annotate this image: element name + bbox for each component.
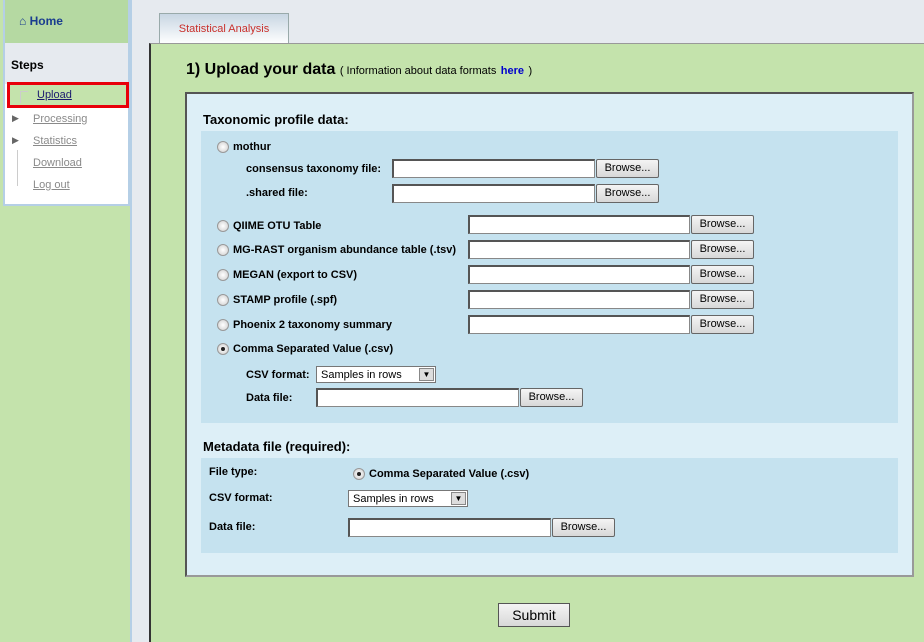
radio-qiime[interactable] — [217, 220, 229, 232]
home-bar: ⌂ Home — [5, 0, 128, 43]
metadata-section — [201, 458, 898, 553]
megan-file-input[interactable] — [468, 265, 690, 284]
stamp-label: STAMP profile (.spf) — [233, 294, 338, 306]
csv-format-value: Samples in rows — [321, 369, 402, 381]
consensus-file-input[interactable] — [392, 159, 595, 178]
sidebar-item-upload[interactable]: Upload — [7, 82, 129, 108]
upload-link[interactable]: Upload — [37, 89, 72, 101]
consensus-label: consensus taxonomy file: — [246, 163, 382, 175]
submit-button[interactable]: Submit — [498, 603, 570, 627]
shared-label: .shared file: — [246, 187, 308, 199]
browse-button[interactable]: Browse... — [552, 518, 615, 537]
browse-button[interactable]: Browse... — [691, 290, 754, 309]
steps-heading: Steps — [5, 43, 128, 84]
browse-button[interactable]: Browse... — [691, 265, 754, 284]
radio-megan[interactable] — [217, 269, 229, 281]
file-type-value: Comma Separated Value (.csv) — [369, 468, 530, 480]
home-icon: ⌂ — [19, 14, 27, 28]
megan-label: MEGAN (export to CSV) — [233, 269, 358, 281]
phoenix-label: Phoenix 2 taxonomy summary — [233, 319, 392, 331]
browse-button[interactable]: Browse... — [691, 315, 754, 334]
radio-mothur[interactable] — [217, 141, 229, 153]
file-type-label: File type: — [209, 466, 258, 478]
data-file-label: Data file: — [246, 392, 293, 404]
info-text: ( Information about data formats — [339, 65, 497, 77]
shared-file-input[interactable] — [392, 184, 595, 203]
expand-icon[interactable]: ▶ — [12, 135, 19, 146]
info-text-end: ) — [528, 65, 533, 77]
radio-mgrast[interactable] — [217, 244, 229, 256]
tree-line — [17, 150, 27, 186]
sidebar-item-download[interactable]: Download — [33, 157, 82, 169]
metadata-data-file-label: Data file: — [209, 521, 256, 533]
csv-format-select[interactable]: Samples in rows ▼ — [316, 366, 436, 383]
home-link[interactable]: ⌂ Home — [19, 14, 63, 28]
chevron-down-icon: ▼ — [451, 492, 466, 505]
metadata-csv-format-value: Samples in rows — [353, 493, 434, 505]
home-label: Home — [29, 14, 63, 28]
csv-label: Comma Separated Value (.csv) — [233, 343, 394, 355]
mothur-label: mothur — [233, 141, 271, 153]
sidebar-item-logout[interactable]: Log out — [33, 179, 70, 191]
browse-button[interactable]: Browse... — [596, 159, 659, 178]
radio-phoenix[interactable] — [217, 319, 229, 331]
metadata-heading: Metadata file (required): — [203, 439, 351, 454]
tree-line — [20, 91, 28, 103]
title-text: 1) Upload your data — [186, 61, 336, 78]
nav-panel: ⌂ Home Steps Upload ▶ Processing ▶ Stati… — [3, 0, 130, 206]
browse-button[interactable]: Browse... — [596, 184, 659, 203]
expand-icon[interactable]: ▶ — [12, 113, 19, 124]
metadata-data-file-input[interactable] — [348, 518, 551, 537]
radio-csv[interactable] — [217, 343, 229, 355]
page-title: 1) Upload your data ( Information about … — [186, 61, 532, 79]
taxonomic-heading: Taxonomic profile data: — [203, 112, 349, 127]
csv-data-file-input[interactable] — [316, 388, 519, 407]
browse-button[interactable]: Browse... — [691, 215, 754, 234]
radio-metadata-csv[interactable] — [353, 468, 365, 480]
qiime-file-input[interactable] — [468, 215, 690, 234]
mgrast-label: MG-RAST organism abundance table (.tsv) — [233, 244, 457, 256]
phoenix-file-input[interactable] — [468, 315, 690, 334]
browse-button[interactable]: Browse... — [691, 240, 754, 259]
stamp-file-input[interactable] — [468, 290, 690, 309]
sidebar-item-statistics[interactable]: Statistics — [33, 135, 77, 147]
chevron-down-icon: ▼ — [419, 368, 434, 381]
formats-link[interactable]: here — [501, 65, 524, 77]
metadata-csv-format-select[interactable]: Samples in rows ▼ — [348, 490, 468, 507]
qiime-label: QIIME OTU Table — [233, 220, 322, 232]
tab-statistical-analysis[interactable]: Statistical Analysis — [159, 13, 289, 44]
sidebar-item-processing[interactable]: Processing — [33, 113, 87, 125]
browse-button[interactable]: Browse... — [520, 388, 583, 407]
mgrast-file-input[interactable] — [468, 240, 690, 259]
radio-stamp[interactable] — [217, 294, 229, 306]
csv-format-label: CSV format: — [246, 369, 310, 381]
metadata-csv-format-label: CSV format: — [209, 492, 273, 504]
